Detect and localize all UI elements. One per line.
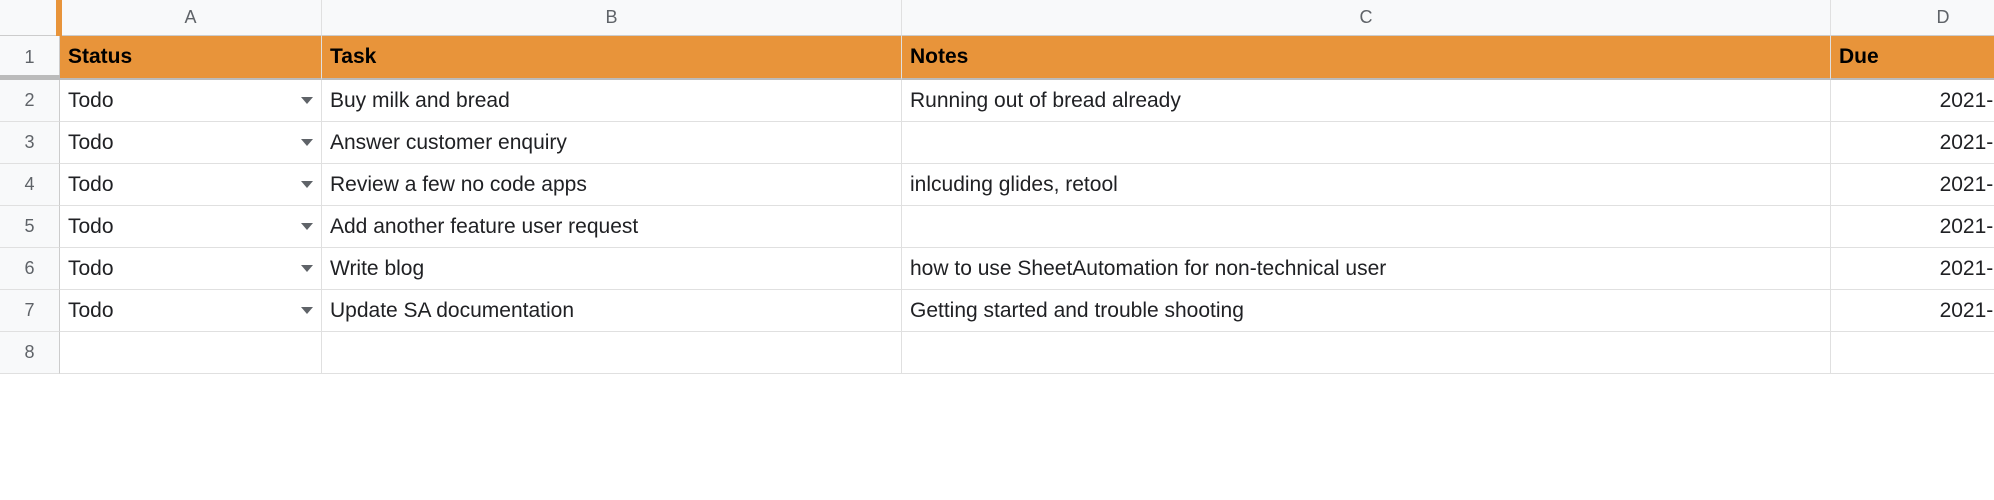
cell-a4[interactable]: Todo: [60, 164, 322, 206]
status-value: Todo: [68, 299, 114, 323]
cell-c3[interactable]: [902, 122, 1831, 164]
cell-d5[interactable]: 2021-08-15: [1831, 206, 1994, 248]
cell-b8[interactable]: [322, 332, 902, 374]
row-header-6[interactable]: 6: [0, 248, 60, 290]
dropdown-icon[interactable]: [301, 307, 313, 314]
column-header-c[interactable]: C: [902, 0, 1831, 36]
cell-c4[interactable]: inlcuding glides, retool: [902, 164, 1831, 206]
row-header-2[interactable]: 2: [0, 80, 60, 122]
cell-c5[interactable]: [902, 206, 1831, 248]
cell-a5[interactable]: Todo: [60, 206, 322, 248]
cell-c2[interactable]: Running out of bread already: [902, 80, 1831, 122]
status-value: Todo: [68, 89, 114, 113]
dropdown-icon[interactable]: [301, 139, 313, 146]
cell-b3[interactable]: Answer customer enquiry: [322, 122, 902, 164]
cell-a1[interactable]: Status: [60, 36, 322, 80]
cell-d4[interactable]: 2021-07-31: [1831, 164, 1994, 206]
column-header-d[interactable]: D: [1831, 0, 1994, 36]
row-header-7[interactable]: 7: [0, 290, 60, 332]
cell-a2[interactable]: Todo: [60, 80, 322, 122]
cell-c1[interactable]: Notes: [902, 36, 1831, 80]
cell-c6[interactable]: how to use SheetAutomation for non-techn…: [902, 248, 1831, 290]
cell-d1[interactable]: Due: [1831, 36, 1994, 80]
cell-b7[interactable]: Update SA documentation: [322, 290, 902, 332]
cell-d7[interactable]: 2021-07-31: [1831, 290, 1994, 332]
select-all-corner[interactable]: [0, 0, 60, 36]
cell-b1[interactable]: Task: [322, 36, 902, 80]
column-selection-indicator: [56, 0, 62, 36]
cell-b4[interactable]: Review a few no code apps: [322, 164, 902, 206]
row-header-8[interactable]: 8: [0, 332, 60, 374]
column-header-a[interactable]: A: [60, 0, 322, 36]
cell-c8[interactable]: [902, 332, 1831, 374]
status-value: Todo: [68, 215, 114, 239]
cell-b2[interactable]: Buy milk and bread: [322, 80, 902, 122]
status-value: Todo: [68, 257, 114, 281]
column-header-b[interactable]: B: [322, 0, 902, 36]
row-header-1[interactable]: 1: [0, 36, 60, 80]
dropdown-icon[interactable]: [301, 223, 313, 230]
cell-d3[interactable]: 2021-07-16: [1831, 122, 1994, 164]
status-value: Todo: [68, 173, 114, 197]
cell-c7[interactable]: Getting started and trouble shooting: [902, 290, 1831, 332]
cell-b6[interactable]: Write blog: [322, 248, 902, 290]
cell-a7[interactable]: Todo: [60, 290, 322, 332]
cell-d8[interactable]: [1831, 332, 1994, 374]
row-header-5[interactable]: 5: [0, 206, 60, 248]
cell-b5[interactable]: Add another feature user request: [322, 206, 902, 248]
cell-a6[interactable]: Todo: [60, 248, 322, 290]
row-header-4[interactable]: 4: [0, 164, 60, 206]
spreadsheet-grid: A B C D 1 Status Task Notes Due 2 Todo B…: [0, 0, 1994, 374]
status-value: Todo: [68, 131, 114, 155]
cell-d2[interactable]: 2021-07-15: [1831, 80, 1994, 122]
cell-a8[interactable]: [60, 332, 322, 374]
dropdown-icon[interactable]: [301, 265, 313, 272]
cell-a3[interactable]: Todo: [60, 122, 322, 164]
dropdown-icon[interactable]: [301, 181, 313, 188]
dropdown-icon[interactable]: [301, 97, 313, 104]
cell-d6[interactable]: 2021-07-25: [1831, 248, 1994, 290]
row-header-3[interactable]: 3: [0, 122, 60, 164]
